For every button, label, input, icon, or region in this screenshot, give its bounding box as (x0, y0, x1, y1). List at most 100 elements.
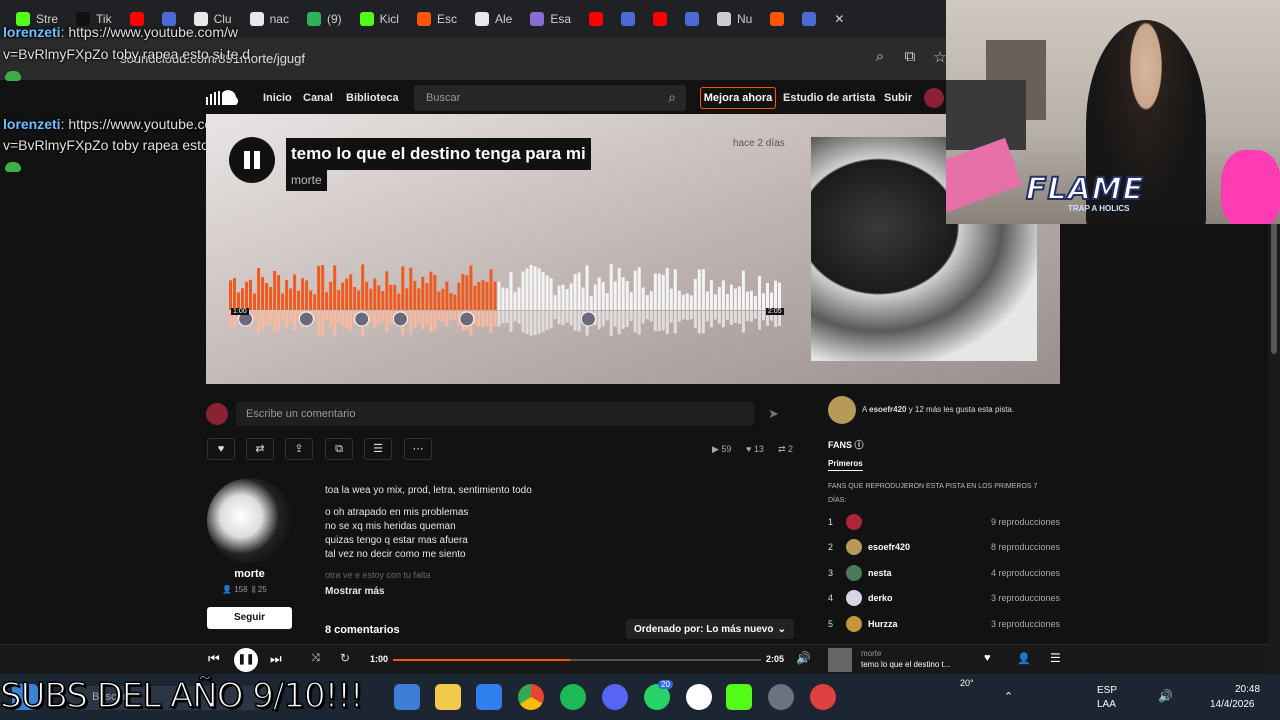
player-cover-thumb[interactable] (828, 648, 852, 672)
browser-tab[interactable] (645, 4, 675, 34)
keyboard-layout[interactable]: LAA (1097, 699, 1116, 710)
show-more-link[interactable]: Mostrar más (325, 586, 384, 597)
fan-row[interactable]: 2 esoefr420 8 reproducciones (828, 539, 1060, 556)
spotify-icon[interactable] (560, 684, 586, 710)
progress-track[interactable] (393, 659, 761, 661)
comment-avatar-marker[interactable] (580, 311, 596, 327)
follow-button[interactable]: Seguir (207, 607, 292, 629)
clock-date[interactable]: 14/4/2026 (1210, 699, 1255, 710)
browser-tab[interactable]: Esa (522, 4, 579, 34)
install-icon[interactable]: ⧉ (900, 48, 920, 68)
follow-icon[interactable]: 👤 (1017, 652, 1031, 665)
weather-temp[interactable]: 20° (960, 678, 974, 688)
tab-first-fans[interactable]: Primeros (828, 459, 863, 471)
fan-plays: 8 reproducciones (990, 542, 1060, 553)
upgrade-button[interactable]: Mejora ahora (700, 87, 776, 109)
waveform-bar (401, 266, 405, 310)
queue-icon[interactable]: ☰ (1050, 651, 1061, 665)
volume-icon[interactable]: 🔊 (796, 651, 811, 665)
comment-input[interactable]: Escribe un comentario (236, 402, 754, 426)
waveform[interactable] (229, 264, 782, 344)
artist-name[interactable]: morte (207, 568, 292, 580)
repost-button[interactable]: ⇄ (246, 438, 274, 460)
nav-artist-studio[interactable]: Estudio de artista (783, 92, 875, 104)
kick-icon[interactable] (726, 684, 752, 710)
track-artist[interactable]: morte (286, 169, 327, 191)
search-icon[interactable]: ⌕ (668, 89, 676, 106)
nav-library[interactable]: Biblioteca (346, 92, 399, 104)
discord-icon[interactable] (602, 684, 628, 710)
like-button[interactable]: ♥ (207, 438, 235, 460)
volume-tray-icon[interactable]: 🔊 (1158, 689, 1173, 703)
browser-tab[interactable] (581, 4, 611, 34)
fan-avatar[interactable] (846, 564, 862, 581)
browser-tab[interactable]: nac (242, 4, 297, 34)
player-like-icon[interactable]: ♥ (984, 652, 991, 664)
fan-row[interactable]: 5 Hurzza 3 reproducciones (828, 615, 1060, 632)
waveform-bar (762, 293, 765, 310)
player-artist[interactable]: morte (861, 649, 881, 658)
share-button[interactable]: ⇪ (285, 438, 313, 460)
avatar[interactable] (924, 88, 944, 108)
previous-icon[interactable]: ⏮ (208, 651, 220, 667)
store-icon[interactable] (476, 684, 502, 710)
shuffle-icon[interactable]: ⤨ (311, 652, 320, 665)
comment-avatar-marker[interactable] (459, 311, 475, 327)
browser-tab[interactable]: Kicl (352, 4, 407, 34)
app-g-icon[interactable] (686, 684, 712, 710)
fan-name[interactable]: esoefr420 (868, 542, 910, 552)
next-icon[interactable]: ⏭ (270, 651, 282, 667)
add-to-next-up-button[interactable]: ☰ (364, 438, 392, 460)
fan-row[interactable]: 1 9 reproducciones (828, 514, 1060, 530)
fan-name[interactable]: nesta (868, 568, 892, 578)
comment-avatar-marker[interactable] (392, 311, 408, 327)
copy-link-button[interactable]: ⧉ (325, 438, 353, 460)
fan-name[interactable]: derko (868, 593, 893, 603)
liker-avatar[interactable] (828, 396, 856, 424)
browser-tab[interactable] (677, 4, 707, 34)
zoom-icon[interactable]: ⌕ (870, 48, 890, 68)
fan-row[interactable]: 4 derko 3 reproducciones (828, 590, 1060, 607)
fan-avatar[interactable] (846, 590, 862, 607)
pause-button-small[interactable]: ❚❚ (234, 648, 258, 672)
repeat-icon[interactable]: ↻ (340, 651, 350, 665)
nav-home[interactable]: Inicio (263, 92, 292, 104)
chrome-icon[interactable] (518, 684, 544, 710)
app-red-icon[interactable] (810, 684, 836, 710)
waveform-bar (485, 282, 489, 310)
artist-avatar[interactable] (207, 478, 292, 563)
browser-tab[interactable] (794, 4, 824, 34)
language[interactable]: ESP (1097, 685, 1117, 696)
fan-avatar[interactable] (846, 615, 862, 632)
tray-chevron-icon[interactable]: ⌃ (1004, 690, 1013, 703)
settings-icon[interactable] (768, 684, 794, 710)
clock-time[interactable]: 20:48 (1235, 684, 1260, 695)
browser-tab[interactable] (613, 4, 643, 34)
soundcloud-logo-icon[interactable] (206, 89, 242, 107)
nav-upload[interactable]: Subir (884, 92, 912, 104)
fan-avatar[interactable] (846, 539, 862, 556)
browser-tab[interactable]: Nu (709, 4, 760, 34)
fan-name[interactable]: Hurzza (868, 619, 898, 629)
send-icon[interactable]: ➤ (768, 406, 779, 422)
search-input[interactable]: Buscar ⌕ (414, 85, 686, 111)
browser-tab[interactable]: Ale (467, 4, 520, 34)
player-title[interactable]: temo lo que el destino t... (861, 660, 950, 669)
browser-tab[interactable] (762, 4, 792, 34)
sort-dropdown[interactable]: Ordenado por: Lo más nuevo ⌄ (626, 619, 794, 639)
browser-tab[interactable]: (9) (299, 4, 350, 34)
waveform-reflection (293, 311, 297, 331)
pause-button[interactable] (229, 137, 275, 183)
close-tab-icon[interactable]: ✕ (826, 4, 852, 34)
comment-avatar-marker[interactable] (298, 311, 314, 327)
more-button[interactable]: ⋯ (404, 438, 432, 460)
nav-feed[interactable]: Canal (303, 92, 333, 104)
comment-avatar-marker[interactable] (354, 311, 370, 327)
fan-row[interactable]: 3 nesta 4 reproducciones (828, 564, 1060, 581)
mail-icon[interactable] (394, 684, 420, 710)
folder-icon[interactable] (435, 684, 461, 710)
liker-name[interactable]: esoefr420 (869, 405, 906, 414)
browser-tab[interactable]: Esc (409, 4, 465, 34)
info-icon[interactable]: ⓘ (855, 440, 864, 450)
fan-avatar[interactable] (846, 514, 862, 530)
